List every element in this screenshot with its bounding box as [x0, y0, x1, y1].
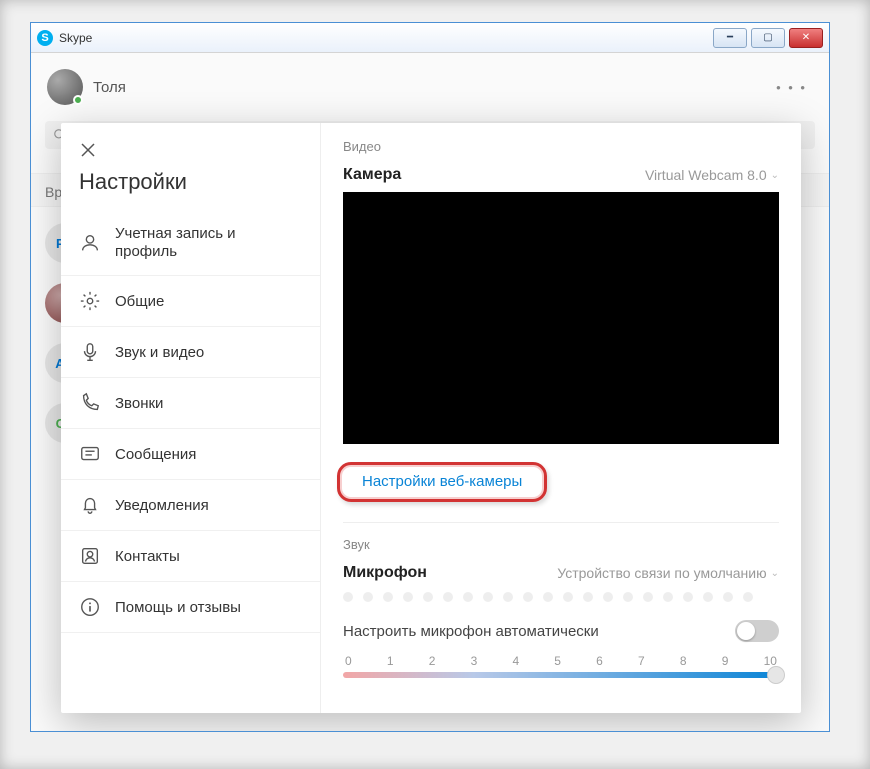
sidebar-item-messages[interactable]: Сообщения: [61, 429, 320, 480]
sidebar-item-audio-video[interactable]: Звук и видео: [61, 327, 320, 378]
auto-mic-label: Настроить микрофон автоматически: [343, 623, 599, 640]
video-section-label: Видео: [343, 139, 779, 154]
microphone-value: Устройство связи по умолчанию: [557, 565, 766, 581]
microphone-dropdown[interactable]: Устройство связи по умолчанию ⌄: [557, 565, 779, 581]
mic-volume-slider[interactable]: [343, 672, 779, 678]
message-icon: [79, 443, 101, 465]
bell-icon: [79, 494, 101, 516]
slider-ticks: 012345678910: [343, 654, 779, 672]
close-button[interactable]: ✕: [789, 28, 823, 48]
sidebar-item-label: Учетная запись ипрофиль: [115, 225, 236, 261]
close-icon: [79, 141, 97, 159]
account-icon: [79, 232, 101, 254]
profile-name: Толя: [93, 79, 126, 96]
toggle-knob: [737, 622, 755, 640]
settings-modal: Настройки Учетная запись ипрофиль Общие: [61, 123, 801, 713]
profile-more-button[interactable]: • • •: [776, 80, 807, 95]
profile-row[interactable]: Толя • • •: [45, 63, 815, 111]
settings-content: Видео Камера Virtual Webcam 8.0 ⌄ Настро…: [321, 123, 801, 713]
gear-icon: [79, 290, 101, 312]
minimize-button[interactable]: ━: [713, 28, 747, 48]
maximize-button[interactable]: ▢: [751, 28, 785, 48]
sidebar-item-label: Общие: [115, 293, 164, 310]
sidebar-item-label: Помощь и отзывы: [115, 599, 241, 616]
slider-thumb[interactable]: [767, 666, 785, 684]
settings-title: Настройки: [61, 169, 320, 211]
sidebar-item-contacts[interactable]: Контакты: [61, 531, 320, 582]
microphone-icon: [79, 341, 101, 363]
mic-level-meter: [343, 592, 779, 602]
chevron-down-icon: ⌄: [771, 170, 779, 181]
microphone-label: Микрофон: [343, 564, 427, 582]
camera-dropdown[interactable]: Virtual Webcam 8.0 ⌄: [645, 167, 779, 183]
presence-dot-icon: [73, 95, 83, 105]
avatar[interactable]: [47, 69, 83, 105]
close-settings-button[interactable]: [61, 137, 320, 169]
sidebar-item-label: Звук и видео: [115, 344, 204, 361]
skype-logo-icon: S: [37, 30, 53, 46]
sidebar-item-label: Уведомления: [115, 497, 209, 514]
sidebar-item-label: Контакты: [115, 548, 180, 565]
webcam-settings-link[interactable]: Настройки веб-камеры: [362, 473, 522, 490]
sidebar-item-label: Сообщения: [115, 446, 196, 463]
sidebar-item-general[interactable]: Общие: [61, 276, 320, 327]
auto-mic-toggle[interactable]: [735, 620, 779, 642]
sidebar-item-calls[interactable]: Звонки: [61, 378, 320, 429]
highlight-annotation: Настройки веб-камеры: [337, 462, 547, 502]
audio-section-label: Звук: [343, 537, 779, 552]
phone-icon: [79, 392, 101, 414]
sidebar-item-account[interactable]: Учетная запись ипрофиль: [61, 211, 320, 276]
camera-value: Virtual Webcam 8.0: [645, 167, 767, 183]
divider: [343, 522, 779, 523]
info-icon: [79, 596, 101, 618]
chevron-down-icon: ⌄: [771, 568, 779, 579]
video-preview: [343, 192, 779, 444]
sidebar-item-label: Звонки: [115, 395, 163, 412]
sidebar-item-help[interactable]: Помощь и отзывы: [61, 582, 320, 633]
titlebar: S Skype ━ ▢ ✕: [31, 23, 829, 53]
camera-label: Камера: [343, 166, 401, 184]
settings-sidebar: Настройки Учетная запись ипрофиль Общие: [61, 123, 321, 713]
window-title: Skype: [59, 31, 92, 45]
window: S Skype ━ ▢ ✕ Толя • • • П Чат: [30, 22, 830, 732]
sidebar-item-notifications[interactable]: Уведомления: [61, 480, 320, 531]
contacts-icon: [79, 545, 101, 567]
